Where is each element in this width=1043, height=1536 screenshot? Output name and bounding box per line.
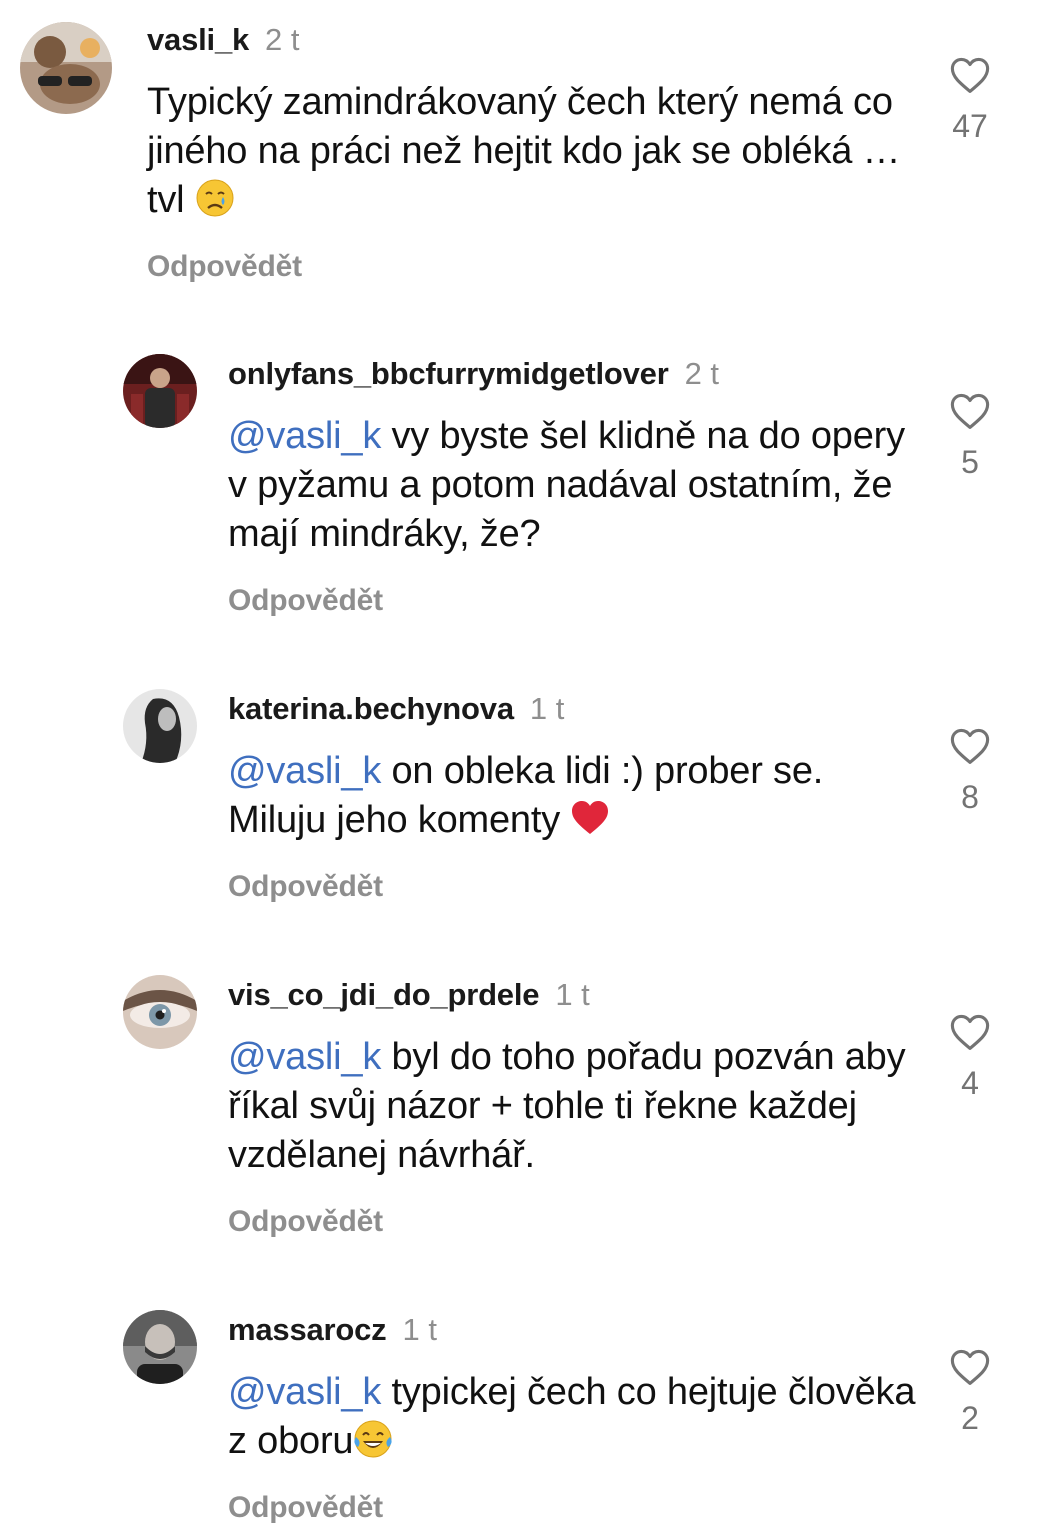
reply-button[interactable]: Odpovědět [228,1488,928,1528]
mention-link[interactable]: @vasli_k [228,1036,381,1078]
heart-icon[interactable] [949,727,991,765]
username[interactable]: vasli_k [147,22,249,57]
like-count: 47 [952,108,988,144]
comment-time: 1 t [402,1312,437,1347]
red-heart-emoji [570,798,610,838]
heart-icon[interactable] [949,392,991,430]
comment-time: 1 t [529,691,565,726]
like-count: 5 [961,444,979,480]
avatar[interactable] [123,689,197,763]
username[interactable]: katerina.bechynova [228,691,514,726]
comment-body: Typický zamindrákovaný čech který nemá c… [147,81,901,221]
like-control: 4 [935,1013,1005,1102]
reply-button[interactable]: Odpovědět [228,581,928,621]
comment-time: 2 t [684,356,720,391]
like-control: 8 [935,727,1005,816]
comment-text: @vasli_k vy byste šel klidně na do opery… [228,412,928,559]
like-control: 2 [935,1348,1005,1437]
heart-icon[interactable] [949,56,991,94]
comment-text: Typický zamindrákovaný čech který nemá c… [147,78,907,225]
avatar[interactable] [123,975,197,1049]
mention-link[interactable]: @vasli_k [228,415,381,457]
heart-icon[interactable] [949,1348,991,1386]
like-count: 2 [961,1400,979,1436]
comment-time: 1 t [555,977,590,1012]
comment-time: 2 t [265,22,300,57]
crying-face-emoji [195,178,235,218]
avatar[interactable] [20,22,112,114]
heart-icon[interactable] [949,1013,991,1051]
reply-button[interactable]: Odpovědět [228,867,928,907]
like-control: 5 [935,392,1005,481]
avatar[interactable] [123,1310,197,1384]
comment-text: @vasli_k on obleka lidi :) prober se. Mi… [228,747,928,845]
username[interactable]: onlyfans_bbcfurrymidgetlover [228,356,669,391]
username[interactable]: massarocz [228,1312,387,1347]
mention-link[interactable]: @vasli_k [228,1371,381,1413]
username[interactable]: vis_co_jdi_do_prdele [228,977,540,1012]
comment-text: @vasli_k byl do toho pořadu pozván aby ř… [228,1033,928,1180]
face-with-tears-of-joy-emoji [353,1419,393,1459]
mention-link[interactable]: @vasli_k [228,750,381,792]
avatar[interactable] [123,354,197,428]
like-count: 4 [961,1065,979,1101]
comment-text: @vasli_k typickej čech co hejtuje člověk… [228,1368,928,1466]
like-control: 47 [935,56,1005,145]
like-count: 8 [961,779,979,815]
reply-button[interactable]: Odpovědět [147,247,907,287]
reply-button[interactable]: Odpovědět [228,1202,928,1242]
